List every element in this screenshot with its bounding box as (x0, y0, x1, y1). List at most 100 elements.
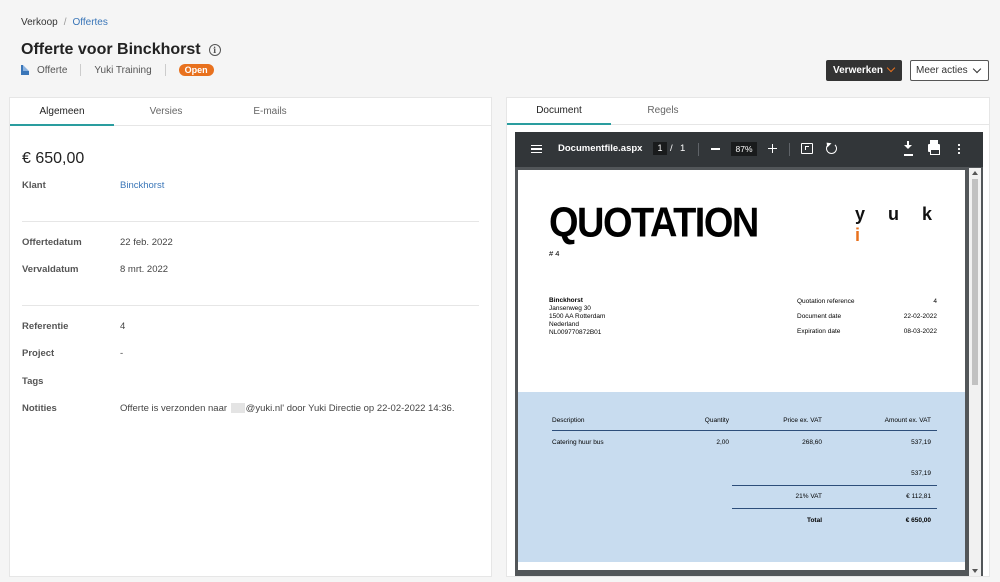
process-button[interactable]: Verwerken (826, 60, 902, 81)
menu-icon[interactable] (531, 145, 542, 153)
fit-page-icon[interactable] (801, 143, 813, 154)
vat-value: € 112,81 (906, 493, 931, 500)
ref-label: Expiration date (797, 328, 841, 335)
quote-date-value: 22 feb. 2022 (120, 237, 173, 248)
document-panel: Document Regels Documentfile.aspx 1 / 1 … (506, 97, 990, 577)
more-actions-button[interactable]: Meer acties (910, 60, 989, 81)
tags-label: Tags (22, 376, 44, 387)
divider (80, 64, 82, 76)
page-total: 1 (680, 143, 686, 154)
more-options-icon[interactable] (958, 143, 960, 155)
ref-value: 22-02-2022 (903, 313, 937, 320)
client-link[interactable]: Binckhorst (120, 180, 164, 191)
divider (789, 143, 790, 156)
reference-label: Referentie (22, 321, 69, 332)
ref-value: 08-03-2022 (903, 328, 937, 335)
download-icon[interactable] (904, 141, 912, 153)
zoom-out-icon[interactable] (711, 148, 720, 150)
vat-label: 21% VAT (795, 493, 823, 500)
document-tabs: Document Regels (507, 98, 989, 125)
breadcrumb-separator: / (63, 17, 67, 28)
process-button-label: Verwerken (833, 65, 884, 76)
address-line: Nederland (549, 321, 579, 328)
zoom-level-input[interactable]: 87% (731, 142, 757, 156)
yuki-logo: y u k i (855, 204, 942, 245)
address-line: Jansenweg 30 (549, 305, 591, 312)
project-label: Project (22, 348, 55, 359)
tab-versies[interactable]: Versies (114, 98, 218, 125)
table-rule (732, 485, 937, 486)
quote-date-label: Offertedatum (22, 237, 82, 248)
ref-label: Quotation reference (797, 298, 855, 305)
notes-prefix: Offerte is verzonden naar (120, 403, 228, 414)
pdf-viewer: Documentfile.aspx 1 / 1 87% QUOTATION # … (515, 132, 983, 576)
pdf-toolbar: Documentfile.aspx 1 / 1 87% (515, 132, 983, 167)
chevron-down-icon (886, 63, 896, 73)
line-quantity: 2,00 (716, 439, 729, 446)
breadcrumb-verkoop[interactable]: Verkoop (21, 17, 58, 28)
quotation-title: QUOTATION (549, 200, 759, 247)
pdf-scrollbar[interactable] (969, 168, 981, 576)
info-icon[interactable]: i (208, 44, 221, 56)
section-divider (22, 305, 479, 306)
quote-amount: € 650,00 (22, 150, 85, 167)
print-icon[interactable] (928, 140, 940, 155)
address-line: 1500 AA Rotterdam (549, 313, 606, 320)
breadcrumb: Verkoop / Offertes (21, 17, 108, 28)
notes-label: Notities (22, 403, 57, 414)
table-rule (732, 508, 937, 509)
tab-algemeen[interactable]: Algemeen (10, 98, 114, 126)
pdf-file-name: Documentfile.aspx (558, 143, 643, 154)
tab-document[interactable]: Document (507, 98, 611, 125)
download-icon-base (904, 154, 913, 156)
client-label: Klant (22, 180, 46, 191)
client-address: Binckhorst Jansenweg 30 1500 AA Rotterda… (549, 297, 605, 337)
quote-meta: Offerte Yuki Training Open (21, 64, 214, 76)
subtotal-value: 537,19 (911, 470, 931, 477)
divider (698, 143, 699, 156)
ref-label: Document date (797, 313, 842, 320)
divider (164, 64, 166, 76)
header-amount: Amount ex. VAT (884, 417, 931, 424)
scroll-thumb[interactable] (972, 179, 978, 385)
quotation-lines: Description Quantity Price ex. VAT Amoun… (518, 392, 965, 562)
scroll-down-icon[interactable] (972, 569, 978, 573)
section-divider (22, 221, 479, 222)
reference-value: 4 (120, 321, 126, 332)
details-tabs: Algemeen Versies E-mails (10, 98, 491, 126)
page-title-text: Offerte voor Binckhorst (21, 41, 201, 58)
scroll-up-icon[interactable] (972, 171, 978, 175)
expiry-date-value: 8 mrt. 2022 (120, 264, 169, 275)
page-title: Offerte voor Binckhorst i (21, 41, 221, 59)
line-description: Catering huur bus (552, 439, 604, 446)
breadcrumb-offertes[interactable]: Offertes (72, 17, 107, 28)
notes-suffix: @yuki.nl' door Yuki Directie op 22-02-20… (245, 403, 455, 414)
page-number-input[interactable]: 1 (653, 142, 667, 155)
notes-value: Offerte is verzonden naar @yuki.nl' door… (120, 403, 454, 414)
document-icon (21, 65, 29, 75)
total-value: € 650,00 (905, 517, 931, 524)
address-line: Binckhorst (549, 297, 583, 304)
status-badge: Open (178, 64, 214, 76)
tab-emails[interactable]: E-mails (218, 98, 322, 125)
table-rule (552, 430, 937, 431)
redacted-email (230, 403, 245, 414)
more-actions-label: Meer acties (916, 65, 968, 76)
zoom-in-icon[interactable] (768, 144, 777, 153)
details-panel: Algemeen Versies E-mails € 650,00 Klant … (9, 97, 492, 577)
rotate-icon[interactable] (826, 143, 837, 154)
quotation-number: # 4 (549, 249, 560, 258)
meta-company: Yuki Training (94, 64, 152, 76)
chevron-down-icon (972, 64, 982, 74)
ref-value: 4 (933, 298, 937, 305)
header-quantity: Quantity (704, 417, 729, 424)
line-amount: 537,19 (911, 439, 931, 446)
tab-regels[interactable]: Regels (611, 98, 715, 124)
header-price: Price ex. VAT (783, 417, 822, 424)
line-price: 268,60 (802, 439, 822, 446)
pdf-page: QUOTATION # 4 y u k i Binckhorst Jansenw… (518, 170, 965, 570)
total-label: Total (806, 517, 822, 524)
expiry-date-label: Vervaldatum (22, 264, 79, 275)
page-separator: / (670, 143, 673, 154)
address-line: NL009770872B01 (549, 329, 602, 336)
